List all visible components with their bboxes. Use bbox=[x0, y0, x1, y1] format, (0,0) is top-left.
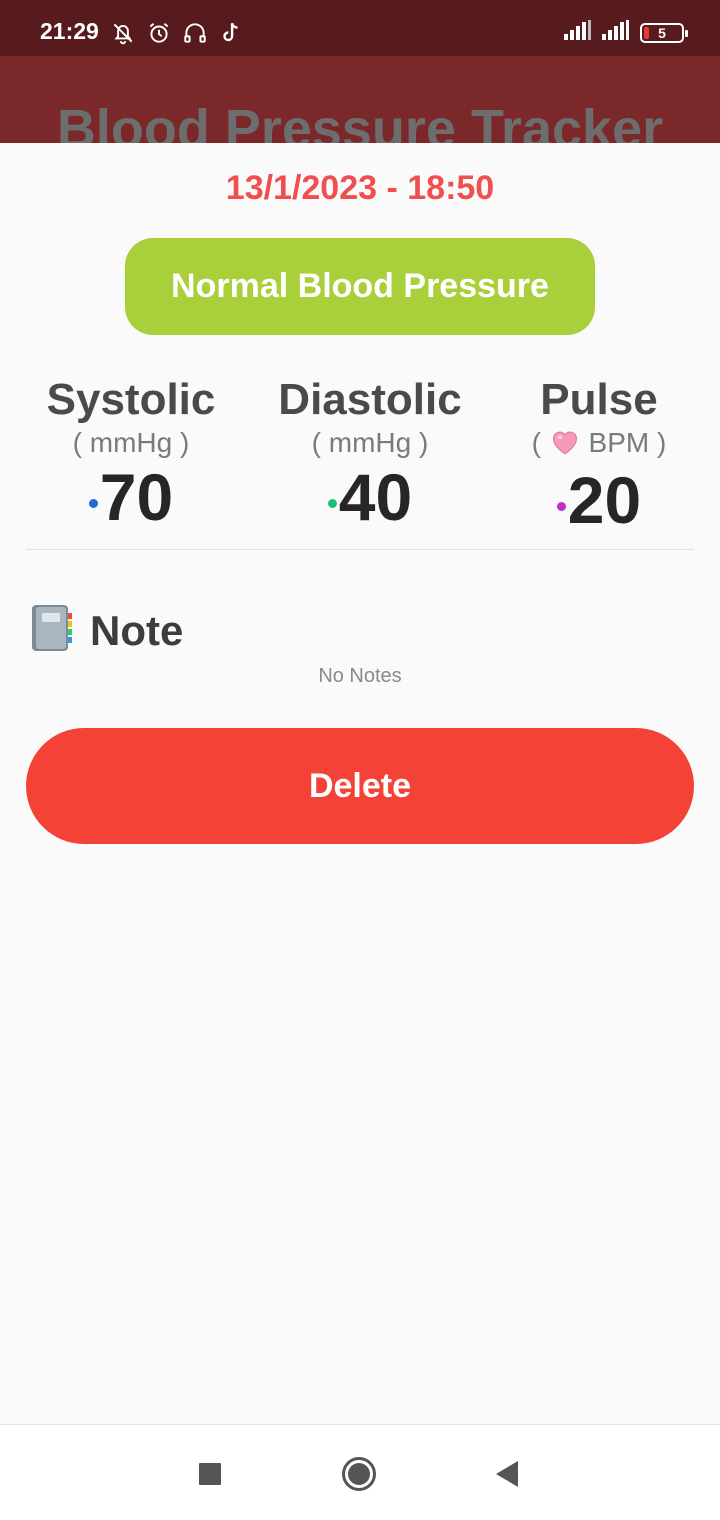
tiktok-icon bbox=[218, 20, 244, 51]
status-badge-label: Normal Blood Pressure bbox=[171, 267, 549, 305]
notebook-icon bbox=[30, 603, 74, 658]
metric-value: 20 bbox=[556, 464, 641, 537]
record-detail-sheet: 13/1/2023 - 18:50 Normal Blood Pressure … bbox=[0, 143, 720, 1424]
back-button[interactable] bbox=[494, 1460, 520, 1493]
system-nav-bar bbox=[0, 1424, 720, 1520]
status-time: 21:29 bbox=[40, 18, 99, 44]
metric-label: Systolic bbox=[46, 375, 216, 424]
signal-icon bbox=[564, 20, 592, 45]
status-badge: Normal Blood Pressure bbox=[125, 238, 595, 335]
metric-diastolic: Diastolic ( mmHg ) 40 bbox=[250, 375, 490, 534]
signal-icon bbox=[602, 20, 630, 45]
metric-unit: ( mmHg ) bbox=[72, 427, 190, 458]
home-button[interactable] bbox=[341, 1456, 377, 1497]
note-text: No Notes bbox=[318, 665, 402, 687]
metric-unit: ( BPM ) bbox=[479, 427, 719, 462]
metric-value: 40 bbox=[327, 461, 412, 534]
app-bar: Blood Pressure Tracker bbox=[0, 56, 720, 144]
status-icons-left bbox=[110, 20, 244, 51]
heart-icon bbox=[549, 427, 581, 462]
app-title: Blood Pressure Tracker bbox=[56, 99, 664, 144]
metric-pulse: Pulse ( BPM ) 20 bbox=[479, 375, 719, 537]
series-dot-icon bbox=[556, 501, 566, 511]
series-dot-icon bbox=[327, 498, 337, 508]
status-icons-right: 5 bbox=[564, 20, 688, 45]
battery-icon: 5 bbox=[640, 22, 688, 43]
series-dot-icon bbox=[88, 498, 98, 508]
metric-value: 70 bbox=[88, 461, 173, 534]
alarm-icon bbox=[146, 20, 172, 51]
bell-off-icon bbox=[110, 20, 136, 51]
recents-button[interactable] bbox=[198, 1462, 222, 1491]
note-header: Note bbox=[30, 603, 183, 658]
metric-systolic: Systolic ( mmHg ) 70 bbox=[11, 375, 251, 534]
note-title: Note bbox=[90, 606, 184, 654]
metric-label: Diastolic bbox=[278, 375, 462, 424]
battery-level: 5 bbox=[658, 24, 666, 41]
delete-button-label: Delete bbox=[308, 766, 412, 805]
metric-unit: ( mmHg ) bbox=[311, 427, 429, 458]
delete-button[interactable]: Delete bbox=[26, 728, 694, 844]
divider bbox=[26, 549, 694, 550]
status-bar: 21:29 5 bbox=[0, 0, 720, 56]
record-datetime: 13/1/2023 - 18:50 bbox=[225, 169, 495, 207]
metric-label: Pulse bbox=[540, 375, 658, 424]
headset-icon bbox=[182, 20, 208, 51]
